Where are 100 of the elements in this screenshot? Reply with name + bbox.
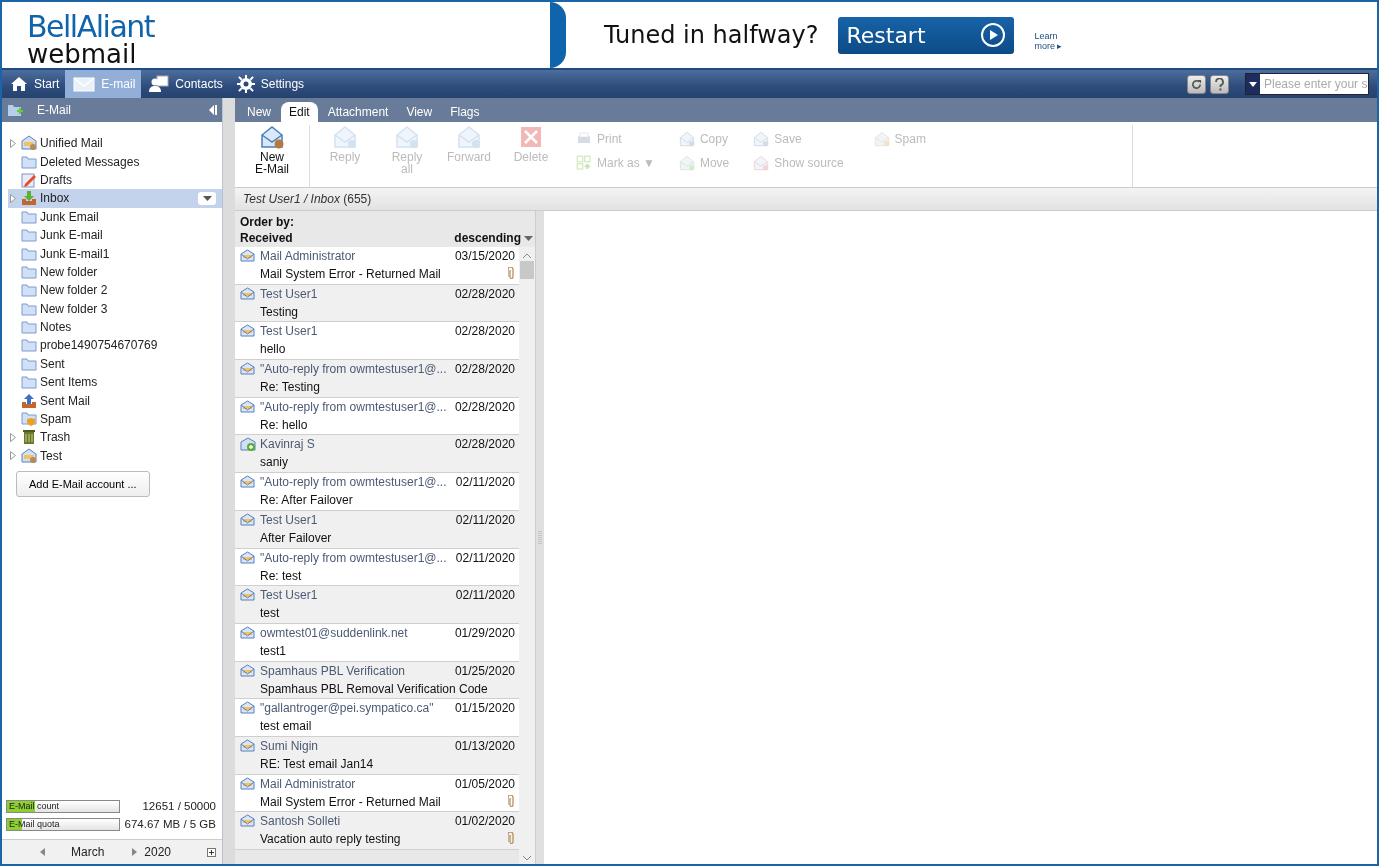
message-row[interactable]: "Auto-reply from owmtestuser1@... 02/11/2020 Re: After Failover <box>235 473 519 511</box>
home-icon <box>10 76 28 92</box>
envelope-icon <box>260 125 284 149</box>
message-row[interactable]: "Auto-reply from owmtestuser1@... 02/28/2020 Re: hello <box>235 397 519 436</box>
sort-field[interactable]: Received <box>240 231 293 245</box>
help-icon <box>1214 77 1225 91</box>
dropdown-icon <box>1249 81 1257 87</box>
message-date: 03/15/2020 <box>454 249 515 265</box>
envelope-plus-icon <box>240 437 256 453</box>
message-subject: Re: test <box>260 568 303 585</box>
message-row[interactable]: Santosh Solleti 01/02/2020 Vacation auto reply testing <box>235 812 519 850</box>
folder-icon <box>21 228 37 243</box>
new-folder-icon <box>7 103 23 117</box>
message-subject: saniy <box>260 455 289 472</box>
folder-item[interactable]: Junk E-mail <box>8 225 222 245</box>
restart-button[interactable]: Restart <box>838 16 1015 54</box>
folder-item[interactable]: New folder 3 <box>8 299 222 318</box>
message-subject: test <box>260 606 281 623</box>
ribbon-tab[interactable]: Flags <box>442 102 488 122</box>
folder-item[interactable]: probe1490754670769 <box>8 336 222 355</box>
message-date: 02/28/2020 <box>454 362 515 379</box>
search-field[interactable]: Please enter your s <box>1245 73 1369 95</box>
message-row[interactable]: "gallantroger@pei.sympatico.ca" 01/15/2020 test email <box>235 699 519 737</box>
dropdown-icon[interactable] <box>524 235 533 241</box>
ribbon-tab[interactable]: View <box>398 102 441 122</box>
message-sender: Santosh Solleti <box>260 814 342 831</box>
folder-item[interactable]: Notes <box>8 317 222 337</box>
folder-item[interactable]: Spam <box>8 409 222 429</box>
next-icon[interactable] <box>132 848 138 856</box>
message-row[interactable]: "Auto-reply from owmtestuser1@... 02/11/2020 Re: test <box>235 548 519 587</box>
folder-item[interactable]: Sent Items <box>8 373 222 392</box>
folder-menu-button[interactable] <box>198 191 216 205</box>
message-subject: RE: Test email Jan14 <box>260 756 375 773</box>
message-date: 01/02/2020 <box>454 814 515 831</box>
nav-tab[interactable]: Start <box>2 70 66 98</box>
sort-direction[interactable]: descending <box>454 231 521 245</box>
sidebar-title: E-Mail <box>37 103 72 117</box>
message-row[interactable]: Mail Administrator 01/05/2020 Mail System Error - Returned Mail <box>235 774 519 813</box>
envelope-icon <box>240 776 255 790</box>
message-sender: "Auto-reply from owmtestuser1@... <box>260 399 448 416</box>
message-row[interactable]: Spamhaus PBL Verification 01/25/2020 Spamhaus PBL Removal Verification Code <box>235 661 519 700</box>
folder-item[interactable]: Deleted Messages <box>8 152 222 171</box>
message-sender: "Auto-reply from owmtestuser1@... <box>260 362 448 379</box>
folder-item[interactable]: Inbox <box>8 189 222 208</box>
ribbon-tab[interactable]: Edit <box>281 102 318 122</box>
toolbar-button[interactable]: New E-Mail <box>241 125 303 187</box>
message-row[interactable]: Test User1 02/11/2020 After Failover <box>235 510 519 549</box>
expand-icon[interactable] <box>207 847 216 857</box>
help-button[interactable] <box>1210 74 1229 94</box>
ribbon-tab[interactable]: New <box>239 102 279 122</box>
folder-item[interactable]: Junk E-mail1 <box>8 244 222 263</box>
folder-item[interactable]: New folder <box>8 262 222 282</box>
message-subject: test email <box>260 719 313 736</box>
refresh-button[interactable] <box>1187 74 1206 94</box>
message-row[interactable]: Test User1 02/28/2020 hello <box>235 322 519 361</box>
delete-icon <box>519 125 543 149</box>
message-row[interactable]: Mail Administrator 03/15/2020 Mail System Error - Returned Mail <box>235 247 519 285</box>
scrollbar[interactable] <box>519 247 535 864</box>
message-date: 02/11/2020 <box>455 588 515 605</box>
collapse-icon[interactable] <box>209 105 217 115</box>
envelope-icon <box>240 249 255 262</box>
folder-item[interactable]: Junk Email <box>8 207 222 226</box>
message-row[interactable]: Sumi Nigin 01/13/2020 RE: Test email Jan14 <box>235 736 519 775</box>
folder-item[interactable]: Trash <box>8 428 222 447</box>
folder-item[interactable]: Sent Mail <box>8 391 222 410</box>
message-sender: Kavinraj S <box>260 437 316 454</box>
message-sender: Test User1 <box>260 588 319 605</box>
message-row[interactable]: Test User1 02/28/2020 Testing <box>235 284 519 323</box>
previous-icon[interactable] <box>40 848 45 856</box>
ribbon-tab[interactable]: Attachment <box>319 102 397 122</box>
add-account-button[interactable]: Add E-Mail account ... <box>16 471 150 498</box>
message-date: 02/28/2020 <box>454 324 515 341</box>
meter-reading: 674.67 MB / 5 GB <box>124 818 216 830</box>
message-row[interactable]: owmtest01@suddenlink.net 01/29/2020 test1 <box>235 623 519 662</box>
folder-item[interactable]: Drafts <box>8 170 222 190</box>
message-sender: Sumi Nigin <box>260 738 320 755</box>
scroll-up-icon[interactable] <box>523 253 531 258</box>
scroll-thumb[interactable] <box>520 261 534 279</box>
contacts-icon <box>149 75 170 93</box>
message-sender: Test User1 <box>260 512 319 529</box>
play-icon <box>980 22 1007 48</box>
message-row[interactable]: "Auto-reply from owmtestuser1@... 02/28/2020 Re: Testing <box>235 360 519 398</box>
folder-item[interactable]: Test <box>8 446 222 466</box>
message-date: 02/28/2020 <box>454 437 515 454</box>
message-subject: After Failover <box>260 530 333 547</box>
envelope-icon <box>240 625 255 639</box>
folder-item[interactable]: Unified Mail <box>8 134 222 153</box>
folder-item[interactable]: Sent <box>8 354 222 374</box>
message-date: 01/15/2020 <box>454 701 515 718</box>
learn-more-link[interactable]: Learn more ▸ <box>1034 31 1063 51</box>
scroll-down-icon[interactable] <box>523 856 531 861</box>
envelope-icon <box>240 701 255 715</box>
folder-item[interactable]: New folder 2 <box>8 281 222 300</box>
trash-icon <box>21 429 37 446</box>
message-row[interactable]: Kavinraj S 02/28/2020 saniy <box>235 435 519 474</box>
envelope-icon <box>240 362 255 376</box>
message-row[interactable]: Test User1 02/11/2020 test <box>235 586 519 624</box>
nav-tab[interactable]: Contacts <box>141 70 229 98</box>
envelope-icon <box>240 286 255 300</box>
nav-tab[interactable]: Settings <box>228 70 311 98</box>
